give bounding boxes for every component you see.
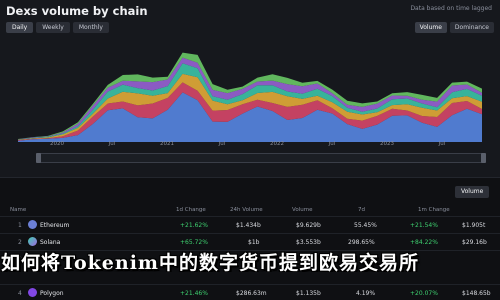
overlay-caption: 如何将Tokenim中的数字货币提到欧易交易所: [1, 252, 420, 272]
scrubber-left-handle[interactable]: [36, 153, 41, 163]
metric-tabs: Volume Dominance: [414, 22, 494, 33]
volume-sort-button[interactable]: Volume: [455, 186, 490, 198]
volume-chart[interactable]: [14, 34, 486, 142]
row-rank: 4: [18, 290, 22, 297]
x-tick-label: 2021: [160, 141, 174, 147]
change-1m: +84.22%: [410, 239, 438, 246]
total-volume: $148.65b: [462, 290, 491, 297]
change-1d: +21.62%: [180, 222, 208, 229]
table-header: Name 1d Change 24h Volume Volume 7d 1m C…: [0, 204, 500, 216]
range-tabs: Daily Weekly Monthly: [6, 22, 109, 33]
scrubber-right-handle[interactable]: [481, 153, 486, 163]
dominance: 55.45%: [354, 222, 377, 229]
solana-icon: [28, 237, 37, 246]
polygon-icon: [28, 288, 37, 297]
change-1m: +21.54%: [410, 222, 438, 229]
col-7d[interactable]: 7d: [358, 207, 365, 213]
volume-7d: $3.553b: [296, 239, 321, 246]
total-volume: $29.16b: [462, 239, 487, 246]
col-1m-change[interactable]: 1m Change: [418, 207, 450, 213]
volume-7d: $1.135b: [296, 290, 321, 297]
volume-24h: $1.434b: [236, 222, 261, 229]
volume-24h: $1b: [248, 239, 260, 246]
x-axis-labels: 2020 Jul 2021 Jul 2022 Jul 2023 Jul: [0, 141, 500, 149]
x-tick-label: 2020: [50, 141, 64, 147]
x-tick-label: Jul: [108, 141, 116, 147]
volume-24h: $286.63m: [236, 290, 267, 297]
tab-monthly[interactable]: Monthly: [72, 22, 109, 33]
table-row[interactable]: 4 Polygon +21.46% $286.63m $1.135b 4.19%…: [0, 284, 500, 300]
x-tick-label: Jul: [328, 141, 336, 147]
dominance: 4.19%: [356, 290, 376, 297]
tab-volume[interactable]: Volume: [414, 22, 447, 33]
x-tick-label: Jul: [438, 141, 446, 147]
volume-chart-svg: [18, 52, 482, 142]
tab-daily[interactable]: Daily: [6, 22, 34, 33]
change-1m: +20.07%: [410, 290, 438, 297]
row-rank: 1: [18, 222, 22, 229]
table-row[interactable]: 1 Ethereum +21.62% $1.434b $9.629b 55.45…: [0, 216, 500, 233]
ethereum-icon: [28, 220, 37, 229]
col-24h-volume[interactable]: 24h Volume: [230, 207, 263, 213]
chain-name[interactable]: Solana: [40, 239, 60, 246]
chart-card: Dexs volume by chain Data based on time …: [0, 0, 500, 178]
range-scrubber[interactable]: [36, 153, 486, 163]
chain-name[interactable]: Polygon: [40, 290, 64, 297]
row-rank: 2: [18, 239, 22, 246]
total-volume: $1.905t: [462, 222, 486, 229]
chart-subtitle: Data based on time lagged: [410, 5, 492, 12]
chart-title: Dexs volume by chain: [6, 4, 148, 18]
tab-dominance[interactable]: Dominance: [449, 22, 494, 33]
col-1d-change[interactable]: 1d Change: [176, 207, 206, 213]
col-name[interactable]: Name: [10, 207, 26, 213]
volume-7d: $9.629b: [296, 222, 321, 229]
x-tick-label: Jul: [218, 141, 226, 147]
col-volume[interactable]: Volume: [292, 207, 312, 213]
chain-name[interactable]: Ethereum: [40, 222, 69, 229]
x-tick-label: 2023: [380, 141, 394, 147]
change-1d: +21.46%: [180, 290, 208, 297]
change-1d: +65.72%: [180, 239, 208, 246]
tab-weekly[interactable]: Weekly: [36, 22, 70, 33]
dominance: 298.65%: [348, 239, 375, 246]
x-tick-label: 2022: [270, 141, 284, 147]
